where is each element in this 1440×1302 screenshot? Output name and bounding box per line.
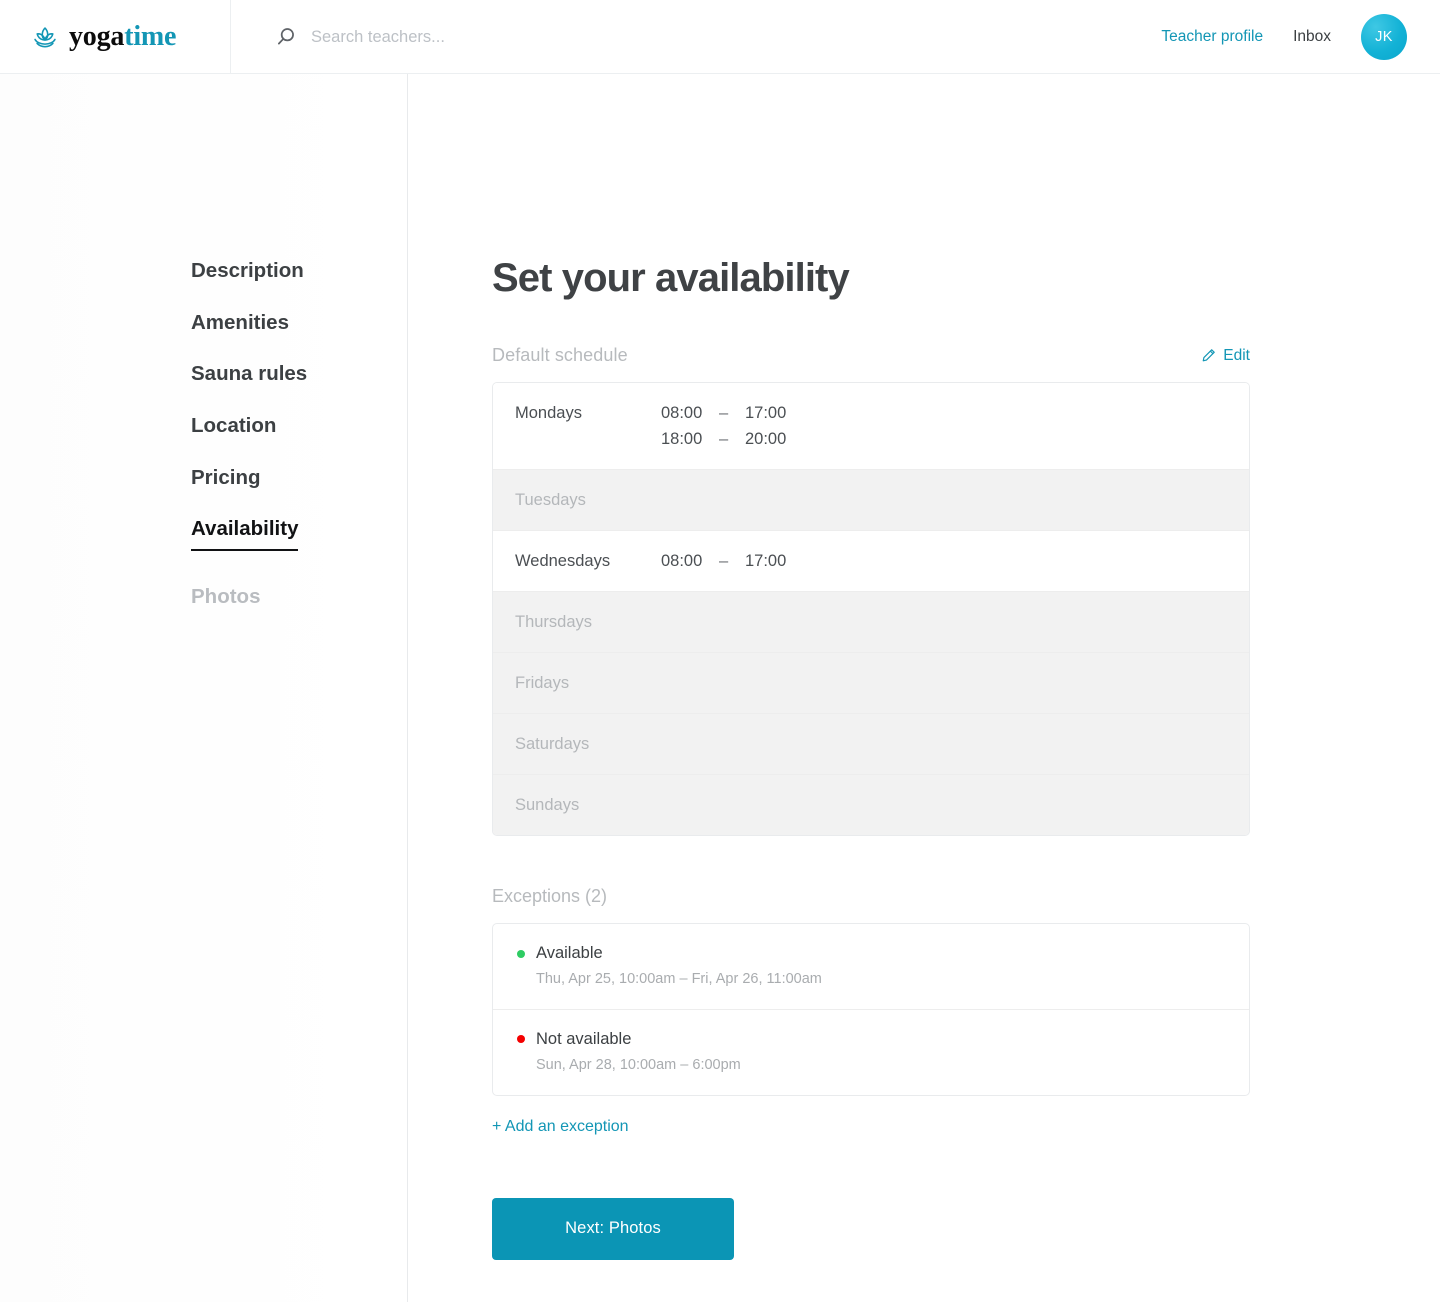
main-content: Set your availability Default schedule E… <box>408 74 1440 1302</box>
sidebar-item-location[interactable]: Location <box>191 412 276 440</box>
time-from: 08:00 <box>661 552 703 570</box>
schedule-row-fridays[interactable]: Fridays <box>493 653 1249 714</box>
header-actions: Teacher profile Inbox JK <box>1161 0 1440 74</box>
status-dot-not-available-icon <box>517 1035 525 1044</box>
schedule-time-range: 18:00 – 20:00 <box>661 427 786 451</box>
time-dash: – <box>719 552 729 570</box>
schedule-day-label: Mondays <box>515 404 582 422</box>
sidebar-item-photos[interactable]: Photos <box>191 583 260 611</box>
exceptions-card: Available Thu, Apr 25, 10:00am – Fri, Ap… <box>492 923 1250 1096</box>
exception-status: Not available <box>517 1030 1227 1049</box>
schedule-day-label: Fridays <box>515 674 570 692</box>
app-root: yogatime Teacher profile Inbox JK Descri… <box>0 0 1440 1302</box>
schedule-day-label: Saturdays <box>515 735 590 753</box>
sidebar-item-amenities[interactable]: Amenities <box>191 309 289 337</box>
schedule-time-column: 08:00 – 17:00 <box>661 549 786 573</box>
schedule-day-label: Wednesdays <box>515 552 611 570</box>
schedule-row-saturdays[interactable]: Saturdays <box>493 714 1249 775</box>
exception-status-label: Available <box>536 944 603 962</box>
brand-word-primary: yoga <box>69 20 125 52</box>
exception-row-not-available[interactable]: Not available Sun, Apr 28, 10:00am – 6:0… <box>493 1010 1249 1095</box>
search-icon <box>277 27 294 44</box>
next-photos-button[interactable]: Next: Photos <box>492 1197 734 1260</box>
edit-schedule-button[interactable]: Edit <box>1201 347 1250 365</box>
avatar-initials: JK <box>1375 28 1393 45</box>
schedule-row-mondays[interactable]: Mondays 08:00 – 17:00 18:00 – 20:00 <box>493 383 1249 470</box>
inbox-link[interactable]: Inbox <box>1293 28 1331 46</box>
pencil-icon <box>1202 349 1216 362</box>
schedule-day-label: Sundays <box>515 796 580 814</box>
status-dot-available-icon <box>517 949 525 958</box>
page-title: Set your availability <box>492 256 850 300</box>
time-to: 20:00 <box>745 430 787 448</box>
exception-daterange: Thu, Apr 25, 10:00am – Fri, Apr 26, 11:0… <box>536 971 822 987</box>
brand-word-accent: time <box>124 20 177 52</box>
time-dash: – <box>719 404 729 422</box>
default-schedule-header: Default schedule Edit <box>492 345 1250 366</box>
exceptions-label: Exceptions (2) <box>492 886 608 906</box>
default-schedule-label: Default schedule <box>492 345 628 365</box>
app-header: yogatime Teacher profile Inbox JK <box>0 0 1440 74</box>
teacher-profile-link[interactable]: Teacher profile <box>1161 28 1263 46</box>
search-bar[interactable] <box>231 0 1161 74</box>
schedule-day-label: Tuesdays <box>515 491 586 509</box>
exception-status: Available <box>517 944 1227 963</box>
sidebar-item-availability[interactable]: Availability <box>191 515 299 552</box>
schedule-row-tuesdays[interactable]: Tuesdays <box>493 470 1249 531</box>
sidebar-item-sauna-rules[interactable]: Sauna rules <box>191 360 307 388</box>
exception-daterange: Sun, Apr 28, 10:00am – 6:00pm <box>536 1056 741 1073</box>
sidebar-nav: Description Amenities Sauna rules Locati… <box>0 257 407 635</box>
search-input[interactable] <box>311 21 771 52</box>
logo[interactable]: yogatime <box>0 0 231 74</box>
avatar[interactable]: JK <box>1361 13 1407 60</box>
schedule-row-thursdays[interactable]: Thursdays <box>493 592 1249 653</box>
body-area: Description Amenities Sauna rules Locati… <box>0 74 1440 1302</box>
schedule-row-wednesdays[interactable]: Wednesdays 08:00 – 17:00 <box>493 531 1249 592</box>
time-to: 17:00 <box>745 404 787 422</box>
add-exception-link[interactable]: + Add an exception <box>492 1118 629 1136</box>
sidebar-item-pricing[interactable]: Pricing <box>191 464 261 492</box>
sidebar: Description Amenities Sauna rules Locati… <box>0 74 408 1302</box>
time-from: 08:00 <box>661 404 703 422</box>
exception-status-label: Not available <box>536 1029 632 1048</box>
schedule-time-column: 08:00 – 17:00 18:00 – 20:00 <box>661 401 786 451</box>
edit-schedule-label: Edit <box>1223 346 1250 364</box>
exception-row-available[interactable]: Available Thu, Apr 25, 10:00am – Fri, Ap… <box>493 924 1249 1010</box>
schedule-row-sundays[interactable]: Sundays <box>493 775 1249 835</box>
schedule-time-range: 08:00 – 17:00 <box>661 401 786 425</box>
sidebar-item-description[interactable]: Description <box>191 257 304 285</box>
schedule-day-label: Thursdays <box>515 613 593 631</box>
time-from: 18:00 <box>661 430 703 448</box>
schedule-time-range: 08:00 – 17:00 <box>661 549 786 573</box>
time-dash: – <box>719 430 729 448</box>
brand-wordmark: yogatime <box>69 20 177 52</box>
time-to: 17:00 <box>745 552 787 570</box>
default-schedule-card: Mondays 08:00 – 17:00 18:00 – 20:00 Tues… <box>492 382 1250 836</box>
lotus-icon <box>34 26 56 47</box>
